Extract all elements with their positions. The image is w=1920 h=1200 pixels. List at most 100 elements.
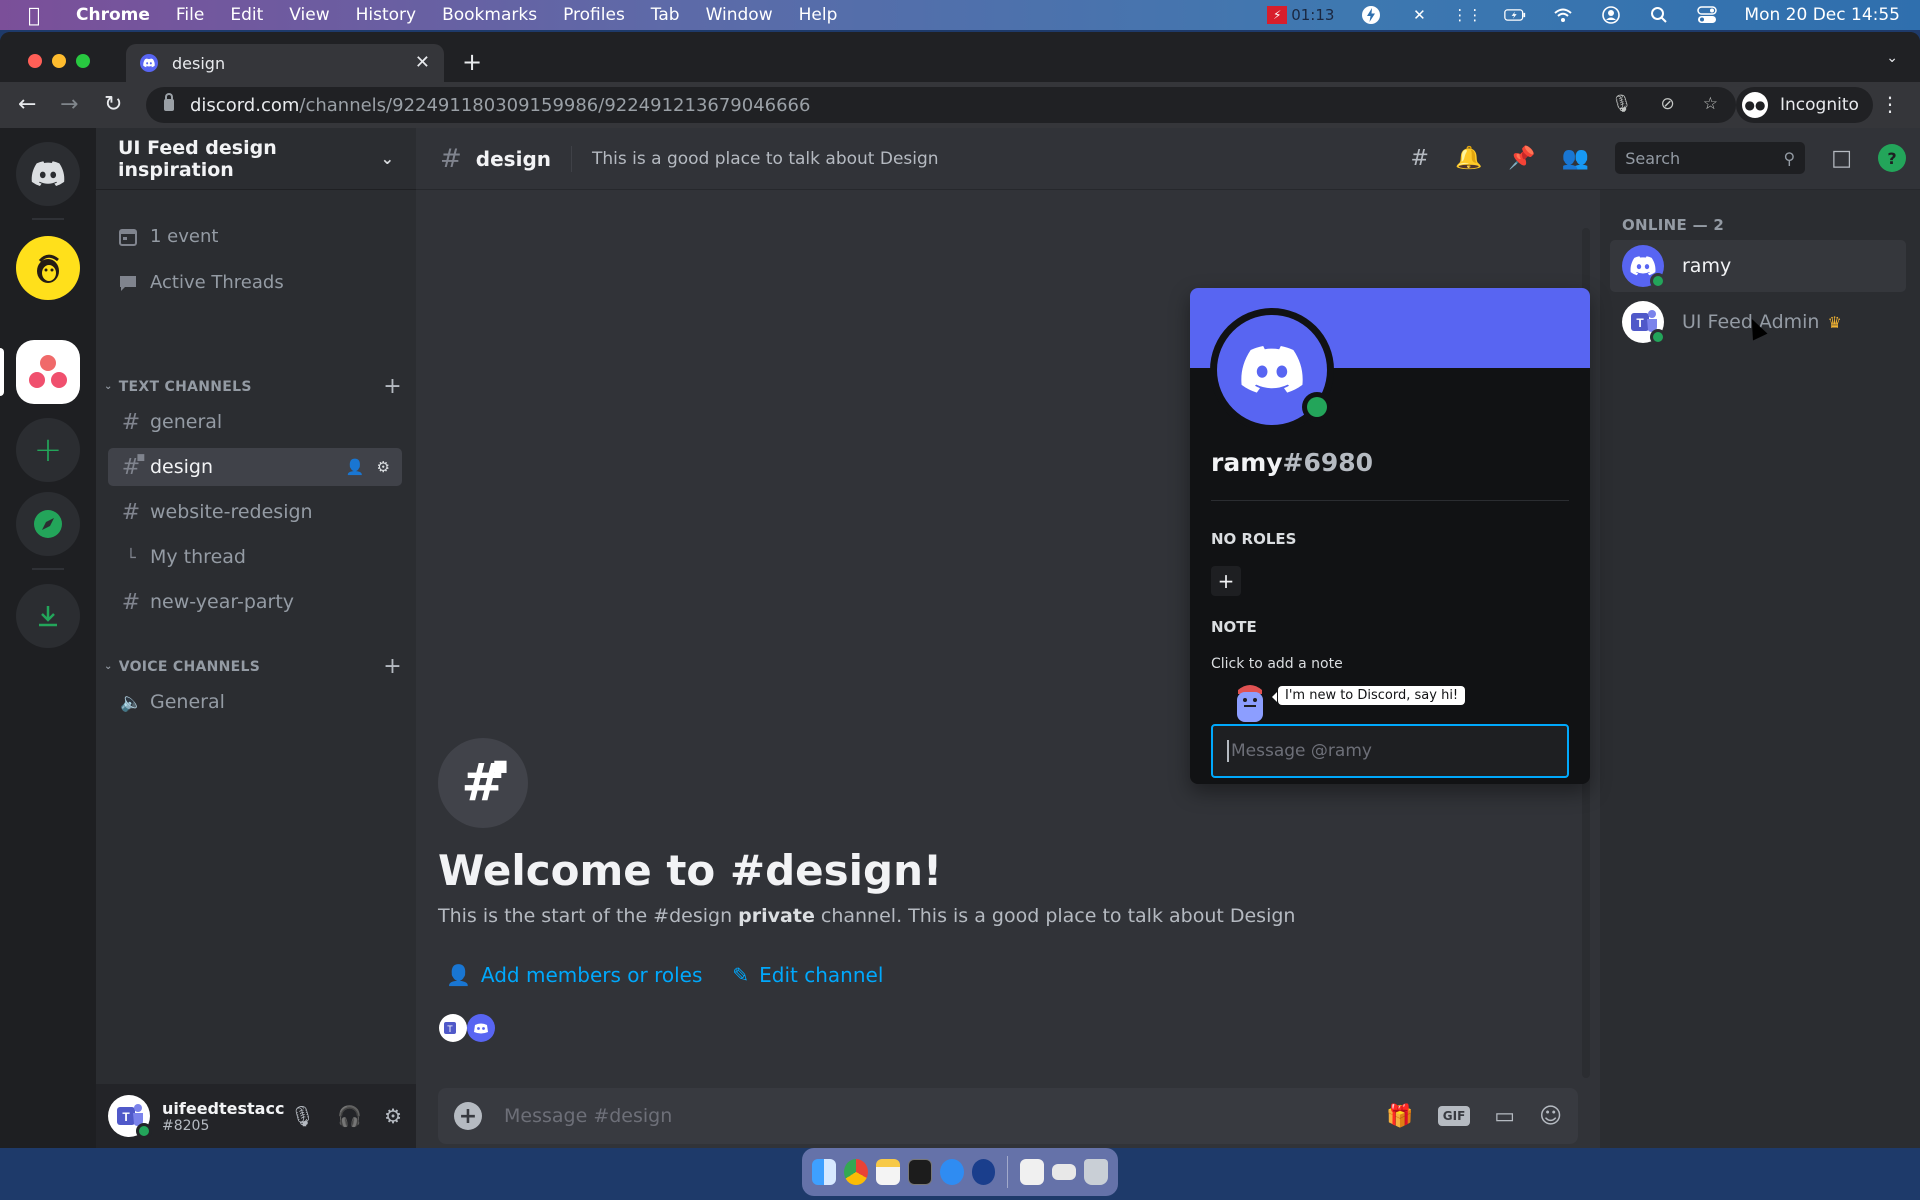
lock-icon[interactable]: [164, 93, 174, 111]
user-account-icon[interactable]: [1600, 6, 1622, 24]
tracking-blocked-eye-icon[interactable]: ⊘: [1661, 94, 1675, 114]
apple-menu-icon[interactable]: : [28, 3, 48, 27]
close-window-button[interactable]: [28, 54, 42, 68]
invite-member-icon[interactable]: 👤: [346, 458, 365, 476]
category-text-channels[interactable]: ⌄ TEXT CHANNELS +: [102, 374, 402, 399]
battery-icon[interactable]: [1504, 6, 1526, 24]
gift-icon[interactable]: 🎁: [1386, 1104, 1413, 1129]
microphone-icon[interactable]: 🎙: [290, 1104, 315, 1128]
threads-icon[interactable]: #: [1411, 146, 1429, 171]
chrome-menu-icon[interactable]: ⋮: [1880, 92, 1900, 116]
zoom-window-button[interactable]: [76, 54, 90, 68]
explore-servers-button[interactable]: [16, 492, 80, 556]
server-header[interactable]: UI Feed design inspiration ⌄: [96, 128, 416, 190]
menu-help[interactable]: Help: [799, 5, 838, 25]
channel-new-year-party[interactable]: # new-year-party: [108, 583, 402, 621]
reload-icon[interactable]: ↻: [104, 92, 122, 117]
mailchimp-logo-icon: [37, 254, 59, 283]
profile-avatar[interactable]: [1210, 308, 1334, 432]
gif-button[interactable]: GIF: [1437, 1106, 1471, 1126]
help-icon[interactable]: ?: [1878, 144, 1906, 172]
tab-search-chevron-icon[interactable]: ⌄: [1886, 50, 1898, 66]
discord-avatar-icon[interactable]: [466, 1013, 496, 1043]
active-threads-button[interactable]: Active Threads: [118, 272, 284, 293]
add-members-button[interactable]: 👤 Add members or roles: [446, 963, 702, 987]
dock-window-preview-icon[interactable]: [1052, 1164, 1077, 1180]
user-avatar[interactable]: T: [108, 1095, 152, 1139]
home-button[interactable]: [16, 142, 80, 206]
menu-history[interactable]: History: [356, 5, 416, 25]
dock-chrome-icon[interactable]: [843, 1159, 868, 1185]
wifi-icon[interactable]: [1552, 6, 1574, 24]
sticker-icon[interactable]: ▭: [1494, 1104, 1515, 1129]
server-ui-feed[interactable]: [16, 340, 80, 404]
menu-edit[interactable]: Edit: [230, 5, 263, 25]
upload-plus-icon[interactable]: +: [454, 1102, 482, 1130]
teams-avatar-icon[interactable]: T: [438, 1013, 468, 1043]
direct-message-input[interactable]: Message @ramy: [1211, 724, 1569, 778]
channel-general[interactable]: # general: [108, 403, 402, 441]
channel-design[interactable]: # ■ design 👤 ⚙: [108, 448, 402, 486]
user-settings-gear-icon[interactable]: ⚙: [384, 1104, 402, 1128]
dock-trash-icon[interactable]: [1084, 1159, 1108, 1185]
server-mailchimp[interactable]: [16, 236, 80, 300]
dock-bolt-app-icon[interactable]: [971, 1159, 996, 1185]
new-tab-button[interactable]: +: [462, 48, 482, 76]
bolt-app-icon[interactable]: [1360, 6, 1382, 24]
close-tab-icon[interactable]: ✕: [415, 52, 430, 73]
edit-channel-button[interactable]: ✎ Edit channel: [732, 963, 883, 987]
menu-tab[interactable]: Tab: [651, 5, 680, 25]
dock-notes-icon[interactable]: [875, 1159, 900, 1185]
dots-status-icon[interactable]: ⋮⋮: [1452, 6, 1482, 24]
menu-bookmarks[interactable]: Bookmarks: [442, 5, 537, 25]
back-icon[interactable]: ←: [18, 92, 36, 117]
inbox-icon[interactable]: □: [1831, 146, 1852, 171]
dock-document-icon[interactable]: [1020, 1159, 1045, 1185]
message-composer[interactable]: + Message #design 🎁 GIF ▭ ☺: [438, 1088, 1578, 1144]
member-ramy[interactable]: ramy: [1610, 240, 1906, 292]
add-server-button[interactable]: +: [16, 418, 80, 482]
minimize-window-button[interactable]: [52, 54, 66, 68]
welcome-title: Welcome to #design!: [438, 846, 943, 895]
download-apps-button[interactable]: [16, 584, 80, 648]
menu-app-name[interactable]: Chrome: [76, 5, 150, 25]
menu-profiles[interactable]: Profiles: [563, 5, 625, 25]
events-button[interactable]: 1 event: [118, 226, 218, 247]
search-input[interactable]: Search ⚲: [1615, 142, 1806, 174]
pinned-messages-icon[interactable]: 📌: [1508, 146, 1535, 171]
menubar-clock[interactable]: Mon 20 Dec 14:55: [1744, 5, 1900, 25]
control-center-icon[interactable]: [1696, 6, 1718, 24]
thread-my-thread[interactable]: └ My thread: [108, 538, 402, 576]
forward-icon[interactable]: →: [60, 92, 78, 117]
notification-bell-icon[interactable]: 🔔: [1455, 146, 1482, 171]
bluetooth-icon[interactable]: ✕: [1408, 6, 1430, 24]
spotlight-search-icon[interactable]: [1648, 6, 1670, 24]
bookmark-star-icon[interactable]: ☆: [1703, 94, 1718, 114]
emoji-icon[interactable]: ☺: [1539, 1104, 1562, 1129]
message-input[interactable]: Message #design: [504, 1105, 672, 1127]
note-input[interactable]: Click to add a note: [1211, 656, 1343, 672]
category-voice-channels[interactable]: ⌄ VOICE CHANNELS +: [102, 654, 402, 679]
incognito-profile-button[interactable]: ●● Incognito: [1736, 87, 1873, 123]
dock-terminal-icon[interactable]: [907, 1159, 932, 1185]
recording-indicator[interactable]: ⚡ 01:13: [1267, 6, 1334, 24]
create-voice-channel-plus-icon[interactable]: +: [383, 654, 402, 679]
dock-safari-icon[interactable]: [939, 1159, 964, 1185]
headphones-icon[interactable]: 🎧: [337, 1104, 362, 1128]
channel-website-redesign[interactable]: # website-redesign: [108, 493, 402, 531]
channel-settings-gear-icon[interactable]: ⚙: [377, 458, 390, 476]
browser-tab-design[interactable]: design ✕: [126, 44, 444, 82]
menu-window[interactable]: Window: [706, 5, 773, 25]
create-channel-plus-icon[interactable]: +: [383, 374, 402, 399]
dock-finder-icon[interactable]: [812, 1159, 836, 1185]
menu-view[interactable]: View: [289, 5, 329, 25]
svg-text:T: T: [1636, 316, 1644, 330]
user-panel: T uifeedtestacc #8205 🎙 🎧 ⚙: [96, 1084, 416, 1148]
member-list-icon[interactable]: 👥: [1562, 146, 1589, 171]
voice-channel-general[interactable]: 🔈 General: [108, 683, 402, 721]
microphone-icon[interactable]: 🎙: [1611, 94, 1633, 114]
menu-file[interactable]: File: [176, 5, 204, 25]
channel-topic[interactable]: This is a good place to talk about Desig…: [592, 149, 939, 169]
add-role-button[interactable]: +: [1211, 566, 1241, 596]
address-bar[interactable]: discord.com/channels/922491180309159986/…: [146, 87, 1736, 123]
